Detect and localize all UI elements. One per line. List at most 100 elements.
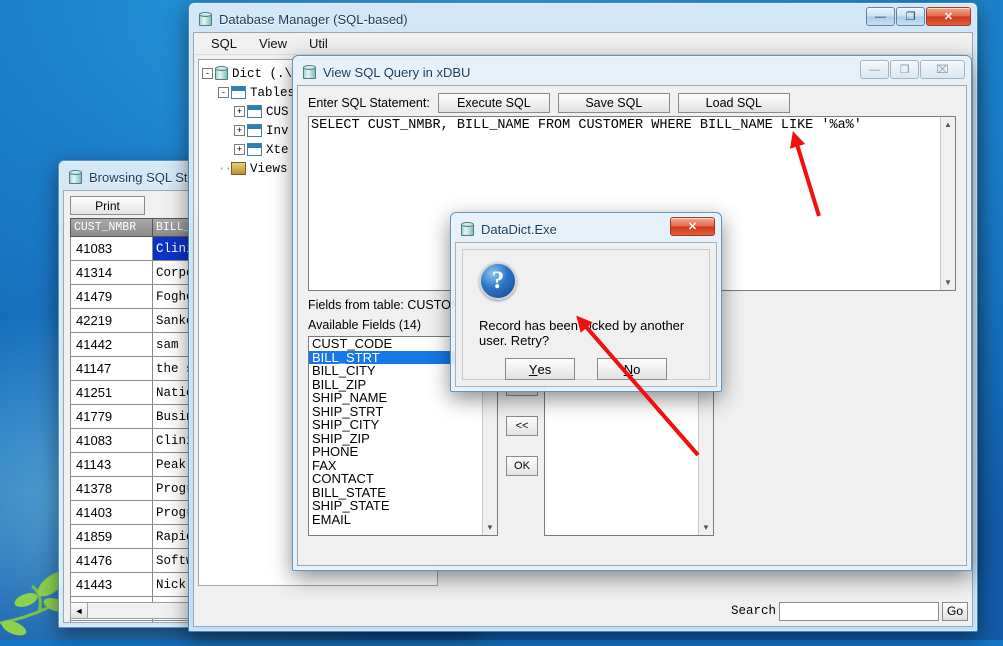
- database-icon: [215, 66, 228, 81]
- scroll-up-arrow-icon[interactable]: ▲: [941, 117, 955, 132]
- views-icon: [231, 162, 246, 175]
- cell-cust-nmbr[interactable]: 41779: [70, 405, 152, 429]
- list-item[interactable]: SHIP_ZIP: [309, 432, 482, 446]
- print-button[interactable]: Print: [70, 196, 145, 215]
- expand-icon[interactable]: +: [234, 125, 245, 136]
- maximize-button[interactable]: ❐: [890, 60, 919, 79]
- tree-node-label: CUS: [266, 105, 289, 119]
- cell-cust-nmbr[interactable]: 41143: [70, 453, 152, 477]
- modal-title: DataDict.Exe: [481, 222, 557, 237]
- search-input[interactable]: [779, 602, 939, 621]
- table-icon: [247, 124, 262, 137]
- yes-button[interactable]: Yes: [505, 358, 575, 380]
- tree-node-label: Xte: [266, 143, 289, 157]
- enter-sql-statement-label: Enter SQL Statement:: [308, 96, 430, 110]
- tree-node-label: Inv: [266, 124, 289, 138]
- cell-cust-nmbr[interactable]: 41443: [70, 573, 152, 597]
- minimize-button[interactable]: —: [860, 60, 889, 79]
- scroll-down-arrow-icon[interactable]: ▼: [483, 520, 497, 535]
- cell-cust-nmbr[interactable]: 41403: [70, 501, 152, 525]
- close-button[interactable]: ✕: [926, 7, 971, 26]
- cell-cust-nmbr[interactable]: 42219: [70, 309, 152, 333]
- table-icon: [247, 143, 262, 156]
- database-icon: [303, 65, 316, 80]
- list-item[interactable]: PHONE: [309, 445, 482, 459]
- cell-cust-nmbr[interactable]: 41476: [70, 549, 152, 573]
- cell-cust-nmbr[interactable]: 41378: [70, 477, 152, 501]
- scroll-down-arrow-icon[interactable]: ▼: [699, 520, 713, 535]
- database-manager-titlebar[interactable]: Database Manager (SQL-based) — ❐ ✕: [193, 7, 973, 32]
- collapse-icon[interactable]: -: [218, 87, 229, 98]
- save-sql-button[interactable]: Save SQL: [558, 93, 670, 113]
- modal-message: Record has been locked by another user. …: [479, 318, 699, 348]
- minimize-button[interactable]: —: [866, 7, 895, 26]
- list-item[interactable]: CONTACT: [309, 472, 482, 486]
- menu-item-view[interactable]: View: [248, 34, 298, 53]
- table-icon: [231, 86, 246, 99]
- view-sql-titlebar[interactable]: View SQL Query in xDBU — ❐ ⌧: [297, 60, 967, 85]
- datadict-modal-dialog[interactable]: DataDict.Exe ✕ ? Record has been locked …: [450, 212, 722, 392]
- expand-icon[interactable]: +: [234, 106, 245, 117]
- list-item[interactable]: SHIP_STRT: [309, 405, 482, 419]
- list-item[interactable]: SHIP_CITY: [309, 418, 482, 432]
- remove-all-fields-button[interactable]: <<: [506, 416, 538, 436]
- tree-connector: ··: [218, 162, 231, 176]
- cell-cust-nmbr[interactable]: 41083: [70, 429, 152, 453]
- expand-icon[interactable]: +: [234, 144, 245, 155]
- load-sql-button[interactable]: Load SQL: [678, 93, 790, 113]
- menu-item-util[interactable]: Util: [298, 34, 339, 53]
- cell-cust-nmbr[interactable]: 41147: [70, 357, 152, 381]
- close-button[interactable]: ⌧: [920, 60, 965, 79]
- modal-client: ? Record has been locked by another user…: [455, 242, 717, 387]
- cell-cust-nmbr[interactable]: [70, 621, 152, 623]
- modal-window-controls[interactable]: ✕: [670, 217, 715, 236]
- sql-statement-text[interactable]: SELECT CUST_NMBR, BILL_NAME FROM CUSTOME…: [309, 117, 939, 134]
- modal-titlebar[interactable]: DataDict.Exe ✕: [455, 217, 717, 242]
- yes-rest: es: [537, 362, 551, 377]
- maximize-button[interactable]: ❐: [896, 7, 925, 26]
- tree-node-label: Views: [250, 162, 288, 176]
- database-icon: [69, 170, 82, 185]
- list-item[interactable]: FAX: [309, 459, 482, 473]
- cell-cust-nmbr[interactable]: 41859: [70, 525, 152, 549]
- tree-node-label: Dict (.\: [232, 67, 292, 81]
- table-icon: [247, 105, 262, 118]
- menu-bar[interactable]: SQL View Util: [194, 33, 972, 55]
- database-manager-window-controls[interactable]: — ❐ ✕: [866, 7, 971, 26]
- sql-toolbar: Enter SQL Statement: Execute SQL Save SQ…: [308, 92, 956, 114]
- no-rest: o: [633, 362, 640, 377]
- database-manager-title: Database Manager (SQL-based): [219, 12, 408, 27]
- execute-sql-button[interactable]: Execute SQL: [438, 93, 550, 113]
- column-header-cust-nmbr[interactable]: CUST_NMBR: [70, 218, 152, 237]
- database-icon: [199, 12, 212, 27]
- modal-inner-panel: ? Record has been locked by another user…: [462, 249, 710, 380]
- list-item[interactable]: SHIP_STATE: [309, 499, 482, 513]
- cell-cust-nmbr[interactable]: 41083: [70, 237, 152, 261]
- scroll-down-arrow-icon[interactable]: ▼: [941, 275, 955, 290]
- cell-cust-nmbr[interactable]: 41251: [70, 381, 152, 405]
- go-button[interactable]: Go: [942, 602, 968, 621]
- menu-item-sql[interactable]: SQL: [200, 34, 248, 53]
- view-sql-window-controls[interactable]: — ❐ ⌧: [860, 60, 965, 79]
- no-button[interactable]: No: [597, 358, 667, 380]
- search-bar[interactable]: Search Go: [731, 600, 968, 622]
- collapse-icon[interactable]: -: [202, 68, 213, 79]
- cell-cust-nmbr[interactable]: 41479: [70, 285, 152, 309]
- close-button[interactable]: ✕: [670, 217, 715, 236]
- view-sql-title: View SQL Query in xDBU: [323, 65, 470, 80]
- database-icon: [461, 222, 474, 237]
- modal-buttons: Yes No: [463, 358, 709, 380]
- scroll-left-arrow-icon[interactable]: ◄: [71, 603, 88, 618]
- list-item[interactable]: SHIP_NAME: [309, 391, 482, 405]
- list-item[interactable]: EMAIL: [309, 513, 482, 527]
- sql-textarea-vertical-scrollbar[interactable]: ▲ ▼: [940, 117, 955, 290]
- list-item[interactable]: BILL_STATE: [309, 486, 482, 500]
- search-label: Search: [731, 604, 776, 618]
- question-icon: ?: [479, 262, 517, 300]
- available-fields-label: Available Fields (14): [308, 318, 421, 332]
- cell-cust-nmbr[interactable]: 41442: [70, 333, 152, 357]
- ok-button[interactable]: OK: [506, 456, 538, 476]
- yes-mnemonic: Y: [529, 362, 538, 377]
- cell-cust-nmbr[interactable]: 41314: [70, 261, 152, 285]
- no-mnemonic: N: [624, 362, 633, 377]
